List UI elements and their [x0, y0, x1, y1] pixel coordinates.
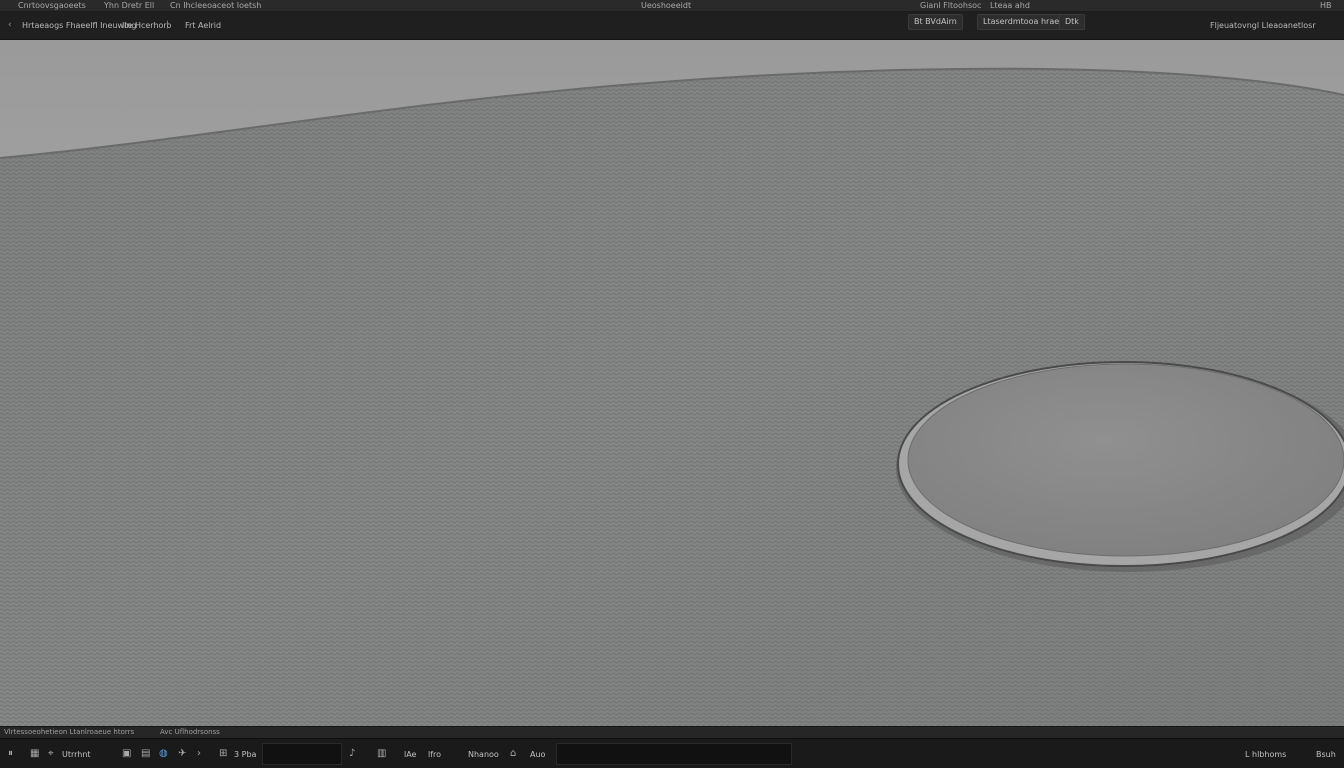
tool-label: lAe	[404, 750, 417, 759]
tab-filter[interactable]: Ite Hcerhoro	[122, 21, 171, 30]
tab-main[interactable]: Hrtaeaogs Fhaeelfl Ineuwing	[22, 21, 136, 30]
timeline-strip: Vlrtessoeohetieon Ltanlroaeue htorrs Avc…	[0, 726, 1344, 738]
viewport-3d[interactable]	[0, 40, 1344, 726]
options-button[interactable]: Ltaserdmtooa hrae	[977, 14, 1066, 30]
menu-view[interactable]: Yhn Dretr Ell	[104, 1, 154, 10]
folder-icon[interactable]: ▤	[141, 748, 150, 759]
scale-label: Nhanoo	[468, 750, 499, 759]
status-message-field	[556, 743, 792, 765]
toolbar-right-label[interactable]: Fljeuatovngl Lleaoanetlosr	[1210, 21, 1316, 30]
chevron-left-icon[interactable]: ‹	[8, 20, 12, 30]
lock-icon[interactable]: ⌂	[510, 748, 516, 759]
tab-extra[interactable]: Frt Aelrid	[185, 21, 221, 30]
timeline-mid-label[interactable]: Avc Uflhodrsonss	[160, 728, 220, 736]
chevron-right-icon[interactable]: ›	[197, 748, 201, 759]
timeline-left-label[interactable]: Vlrtessoeohetieon Ltanlroaeue htorrs	[4, 728, 134, 736]
menu-app[interactable]: Cnrtoovsgaoeets	[18, 1, 86, 10]
title-bar: Cnrtoovsgaoeets Yhn Dretr Ell Cn Ihcleeo…	[0, 0, 1344, 12]
menu-selection[interactable]: Gianl Fltoohsoc	[920, 1, 981, 10]
camera-label: Utrrhnt	[62, 750, 91, 759]
globe-icon[interactable]: ◍	[159, 748, 168, 759]
view-button[interactable]: Dtk	[1059, 14, 1085, 30]
document-icon[interactable]: ▥	[377, 748, 386, 759]
separator-icon: ¦	[166, 20, 170, 30]
window-title: Ueoshoeeidt	[641, 1, 692, 10]
save-icon[interactable]: ▣	[122, 748, 131, 759]
menu-file[interactable]: Cn Ihcleeoaceot Ioetsh	[170, 1, 261, 10]
status-right-label: Bsuh	[1316, 750, 1336, 759]
menu-layer[interactable]: Lteaa ahd	[990, 1, 1030, 10]
options-label: Ltaserdmtooa hrae	[983, 17, 1060, 26]
grid-icon[interactable]: ▦	[30, 748, 39, 759]
viewport-canvas	[0, 40, 1344, 726]
render-button[interactable]: Bt BVdAirn	[908, 14, 963, 30]
plane-icon[interactable]: ✈	[178, 748, 186, 759]
camera-icon[interactable]: ⌖	[48, 748, 54, 759]
sound-icon[interactable]: ♪	[349, 748, 355, 759]
toolbar: ‹ Hrtaeaogs Fhaeelfl Ineuwing Ite Hcerho…	[0, 12, 1344, 40]
view-label: Dtk	[1065, 17, 1079, 26]
pause-icon[interactable]: ⏸	[8, 748, 13, 759]
coords-label: L hlbhoms	[1245, 750, 1287, 759]
status-input[interactable]	[262, 743, 342, 765]
render-label: Bt BVdAirn	[914, 17, 957, 26]
frame-label: lfro	[428, 750, 442, 759]
mode-label: Auo	[530, 750, 546, 759]
status-bar: ⏸ ▦ ⌖ Utrrhnt ▣ ▤ ◍ ✈ › ⊞ 3 Pba ♪ ▥ lAe …	[0, 738, 1344, 768]
disc-object[interactable]	[907, 363, 1344, 557]
window-badge: HB	[1320, 1, 1332, 10]
layer-icon[interactable]: ⊞	[219, 748, 227, 759]
layer-label: 3 Pba	[234, 750, 257, 759]
